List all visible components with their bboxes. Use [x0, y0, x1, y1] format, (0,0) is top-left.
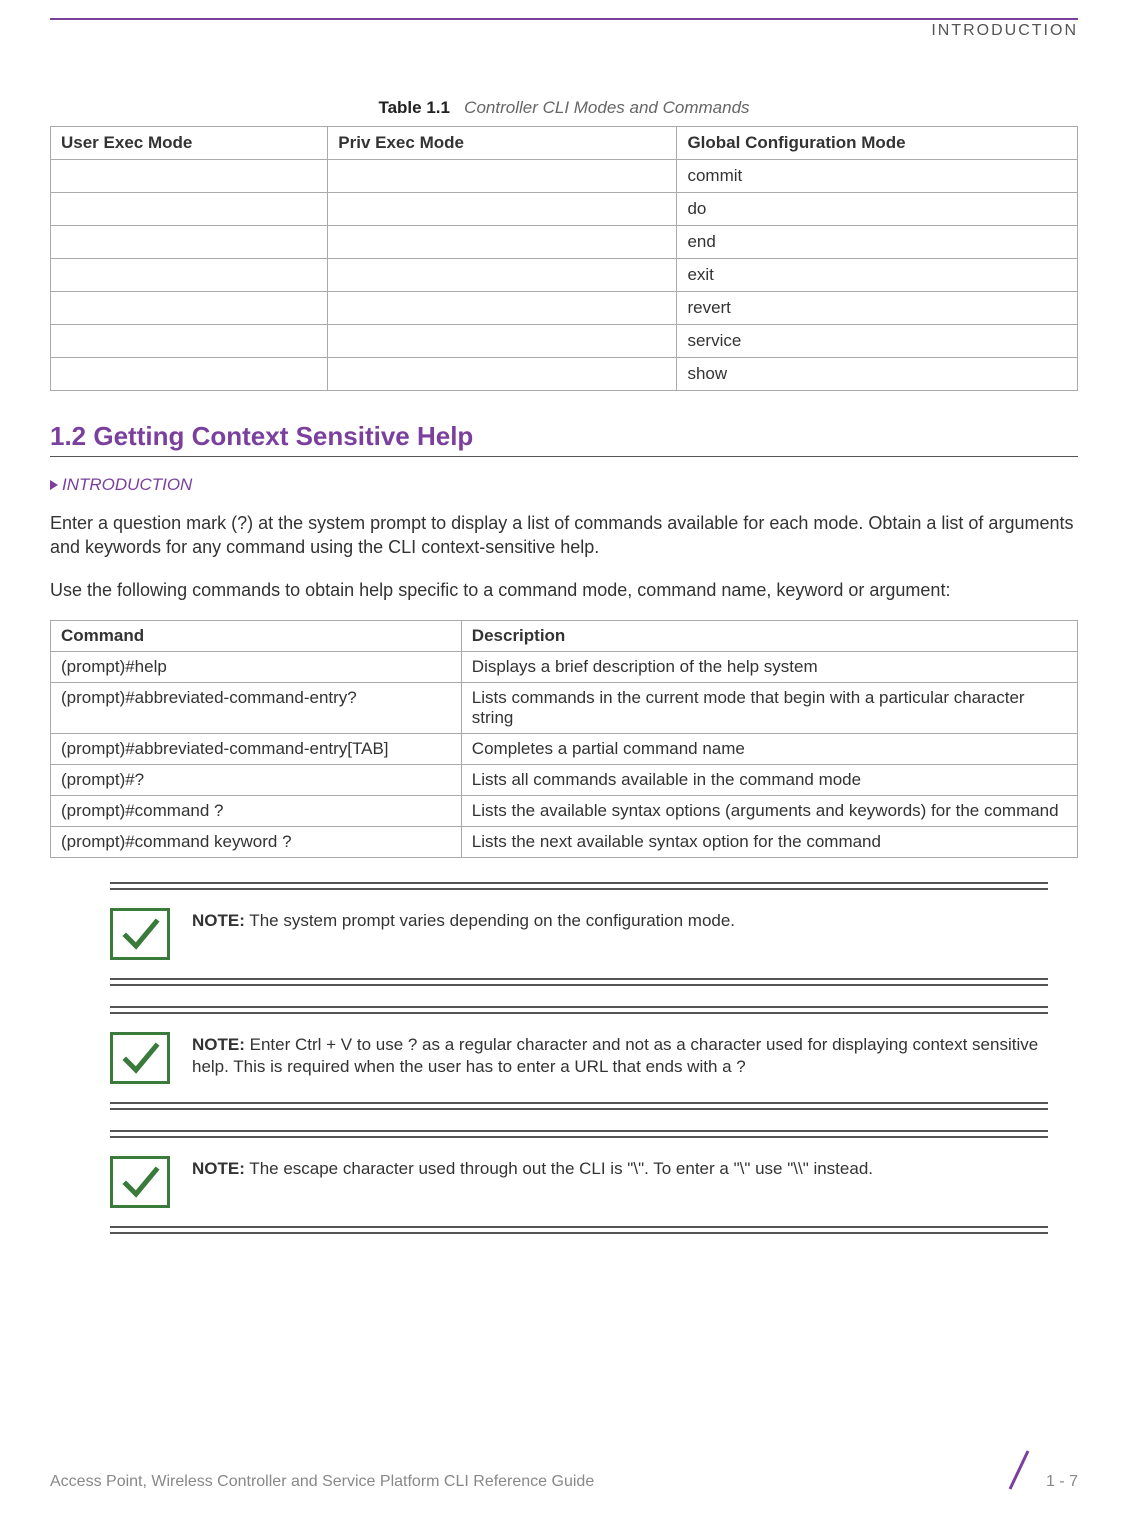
table1-cell [328, 160, 677, 193]
note-text: NOTE: Enter Ctrl + V to use ? as a regul… [192, 1032, 1048, 1078]
table1-header-cell: Priv Exec Mode [328, 127, 677, 160]
note-block: NOTE: Enter Ctrl + V to use ? as a regul… [110, 1006, 1048, 1110]
note-rule-top2 [110, 1136, 1048, 1138]
table1-cell [328, 325, 677, 358]
table-row: commit [51, 160, 1078, 193]
table2-cell: (prompt)#abbreviated-command-entry? [51, 682, 462, 733]
note-rule-top [110, 1006, 1048, 1008]
table1-cell [51, 259, 328, 292]
note-rule-bottom [110, 1226, 1048, 1228]
table-row: show [51, 358, 1078, 391]
table2-cell: Displays a brief description of the help… [461, 651, 1077, 682]
table1-caption: Table 1.1 Controller CLI Modes and Comma… [50, 98, 1078, 118]
note-rule-top2 [110, 1012, 1048, 1014]
table1-cell [328, 292, 677, 325]
note-rule-bottom2 [110, 1108, 1048, 1110]
table-row: revert [51, 292, 1078, 325]
checkmark-icon [110, 908, 170, 960]
table2-cell: (prompt)#abbreviated-command-entry[TAB] [51, 733, 462, 764]
table1-title: Controller CLI Modes and Commands [464, 98, 749, 117]
table-row: (prompt)#command ?Lists the available sy… [51, 795, 1078, 826]
table1-header-cell: Global Configuration Mode [677, 127, 1078, 160]
table1-number: Table 1.1 [378, 98, 450, 117]
note-text: NOTE: The system prompt varies depending… [192, 908, 735, 932]
table-row: do [51, 193, 1078, 226]
note-rule-bottom2 [110, 984, 1048, 986]
checkmark-icon [110, 1156, 170, 1208]
breadcrumb[interactable]: INTRODUCTION [50, 475, 1078, 495]
table-modes: User Exec ModePriv Exec ModeGlobal Confi… [50, 126, 1078, 391]
table2-cell: Lists commands in the current mode that … [461, 682, 1077, 733]
table1-cell: service [677, 325, 1078, 358]
note-block: NOTE: The escape character used through … [110, 1130, 1048, 1234]
note-rule-top [110, 1130, 1048, 1132]
section-title: 1.2 Getting Context Sensitive Help [50, 421, 1078, 452]
table2-cell: (prompt)#command keyword ? [51, 826, 462, 857]
table-row: (prompt)#?Lists all commands available i… [51, 764, 1078, 795]
table2-header-cell: Description [461, 620, 1077, 651]
table2-cell: (prompt)#? [51, 764, 462, 795]
table-row: (prompt)#helpDisplays a brief descriptio… [51, 651, 1078, 682]
table1-cell: commit [677, 160, 1078, 193]
table1-cell: do [677, 193, 1078, 226]
table1-cell: show [677, 358, 1078, 391]
footer-guide-title: Access Point, Wireless Controller and Se… [50, 1473, 594, 1491]
table2-header-cell: Command [51, 620, 462, 651]
table2-cell: Lists all commands available in the comm… [461, 764, 1077, 795]
note-rule-bottom [110, 1102, 1048, 1104]
table-row: end [51, 226, 1078, 259]
table1-cell [328, 226, 677, 259]
table1-cell [51, 358, 328, 391]
table-row: exit [51, 259, 1078, 292]
arrow-right-icon [50, 480, 58, 490]
note-rule-bottom2 [110, 1232, 1048, 1234]
table1-cell [328, 259, 677, 292]
table1-cell: exit [677, 259, 1078, 292]
table1-cell: revert [677, 292, 1078, 325]
table1-cell: end [677, 226, 1078, 259]
note-rule-bottom [110, 978, 1048, 980]
footer-slash-icon [1004, 1449, 1034, 1491]
section-rule [50, 456, 1078, 457]
table2-cell: (prompt)#help [51, 651, 462, 682]
note-rule-top2 [110, 888, 1048, 890]
table1-cell [51, 325, 328, 358]
page-number: 1 - 7 [1046, 1473, 1078, 1491]
table-help: CommandDescription (prompt)#helpDisplays… [50, 620, 1078, 858]
table-row: (prompt)#command keyword ?Lists the next… [51, 826, 1078, 857]
breadcrumb-text: INTRODUCTION [62, 475, 192, 494]
note-text: NOTE: The escape character used through … [192, 1156, 873, 1180]
note-rule-top [110, 882, 1048, 884]
table1-cell [51, 160, 328, 193]
table1-header-cell: User Exec Mode [51, 127, 328, 160]
table2-cell: (prompt)#command ? [51, 795, 462, 826]
table2-cell: Completes a partial command name [461, 733, 1077, 764]
table2-cell: Lists the available syntax options (argu… [461, 795, 1077, 826]
table-row: (prompt)#abbreviated-command-entry?Lists… [51, 682, 1078, 733]
page-footer: Access Point, Wireless Controller and Se… [50, 1449, 1078, 1491]
table1-cell [51, 193, 328, 226]
table1-cell [328, 358, 677, 391]
note-block: NOTE: The system prompt varies depending… [110, 882, 1048, 986]
table2-cell: Lists the next available syntax option f… [461, 826, 1077, 857]
table-row: service [51, 325, 1078, 358]
table-row: (prompt)#abbreviated-command-entry[TAB]C… [51, 733, 1078, 764]
paragraph-usage: Use the following commands to obtain hel… [50, 578, 1078, 602]
checkmark-icon [110, 1032, 170, 1084]
table1-cell [51, 226, 328, 259]
table1-cell [51, 292, 328, 325]
page-header-section: INTRODUCTION [50, 18, 1078, 40]
table1-cell [328, 193, 677, 226]
paragraph-intro: Enter a question mark (?) at the system … [50, 511, 1078, 560]
